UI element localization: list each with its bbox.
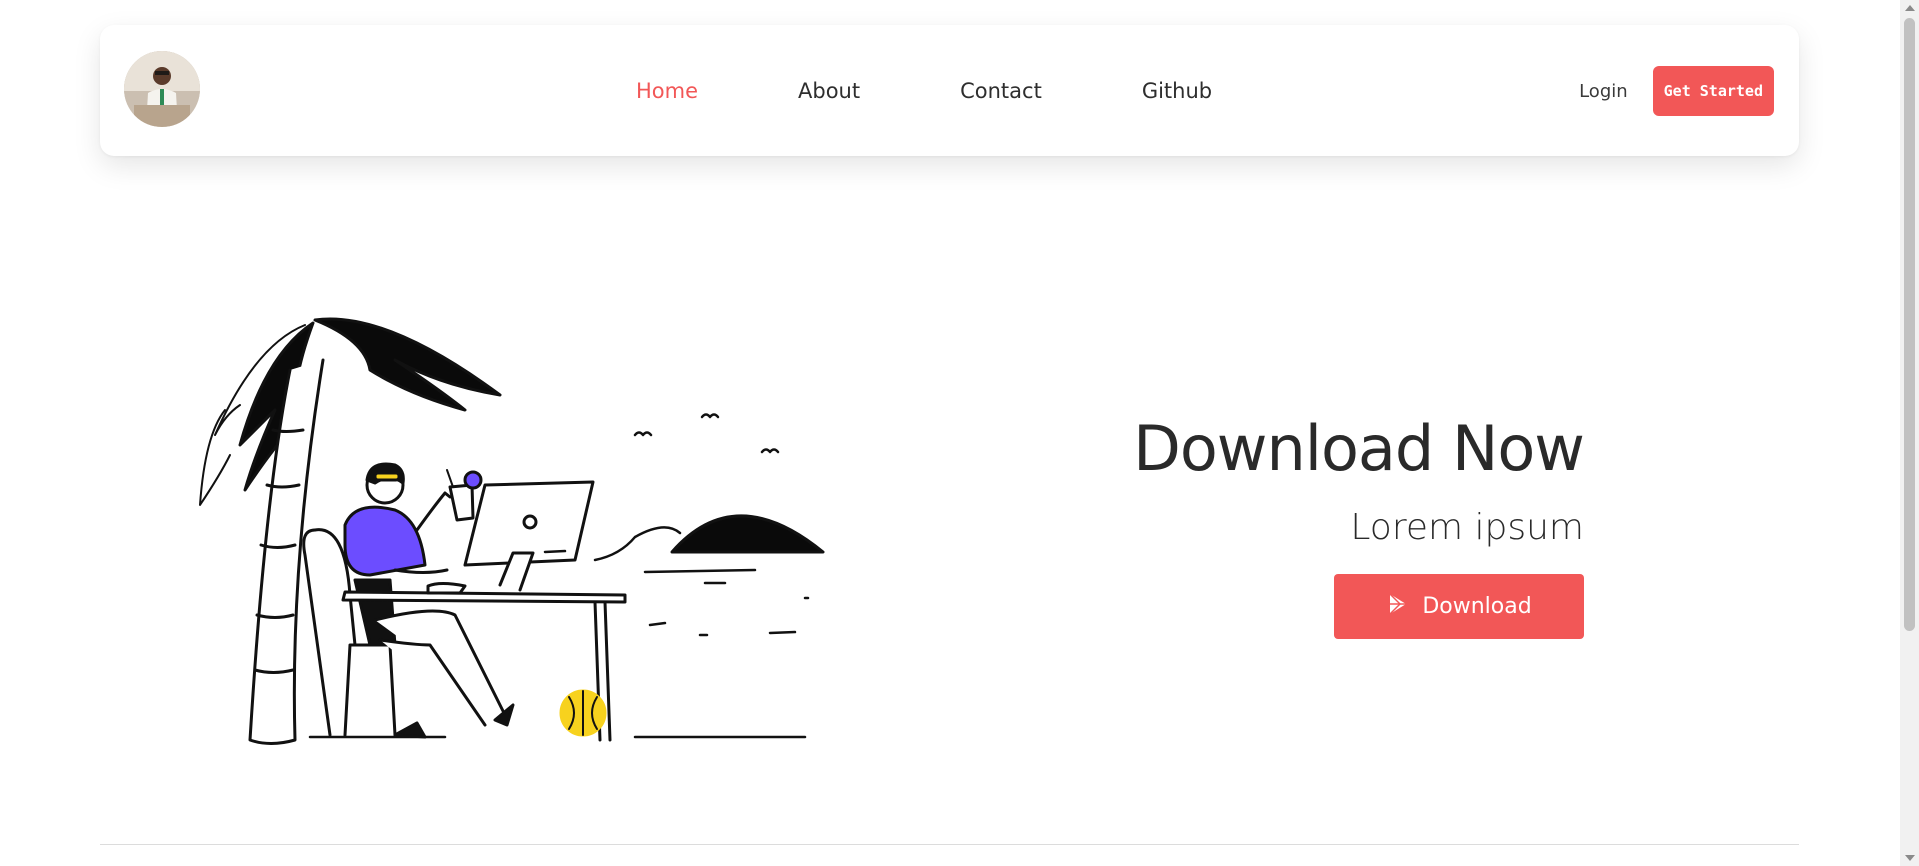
birds-illustration <box>633 413 780 454</box>
hill-illustration <box>670 514 825 554</box>
hero-section: Download Now Lorem ipsum Download <box>984 412 1585 639</box>
section-divider <box>100 844 1799 845</box>
scroll-up-icon[interactable] <box>1905 5 1915 11</box>
nav-link-home[interactable]: Home <box>636 79 698 103</box>
download-label: Download <box>1422 594 1532 619</box>
drink-illustration <box>446 469 483 522</box>
ball-illustration <box>559 689 607 737</box>
get-started-button[interactable]: Get Started <box>1652 66 1774 116</box>
laptop-illustration <box>463 480 595 592</box>
play-store-icon <box>1386 592 1410 622</box>
nav-link-contact[interactable]: Contact <box>960 79 1042 103</box>
scroll-thumb[interactable] <box>1904 18 1915 631</box>
vertical-scrollbar[interactable] <box>1900 0 1919 866</box>
nav-link-github[interactable]: Github <box>1142 79 1212 103</box>
nav-links: Home About Contact Github <box>636 25 1312 156</box>
hero-illustration <box>195 315 835 745</box>
profile-avatar[interactable] <box>124 51 200 127</box>
avatar-image <box>124 51 200 127</box>
download-button[interactable]: Download <box>1334 574 1584 639</box>
nav-actions: Login Get Started <box>1579 66 1774 116</box>
navbar: Home About Contact Github Login Get Star… <box>100 25 1799 156</box>
login-link[interactable]: Login <box>1579 81 1628 102</box>
scroll-down-icon[interactable] <box>1905 855 1915 861</box>
hero-subtitle: Lorem ipsum <box>1350 507 1584 548</box>
nav-link-about[interactable]: About <box>798 79 860 103</box>
hero-title: Download Now <box>1133 412 1585 485</box>
